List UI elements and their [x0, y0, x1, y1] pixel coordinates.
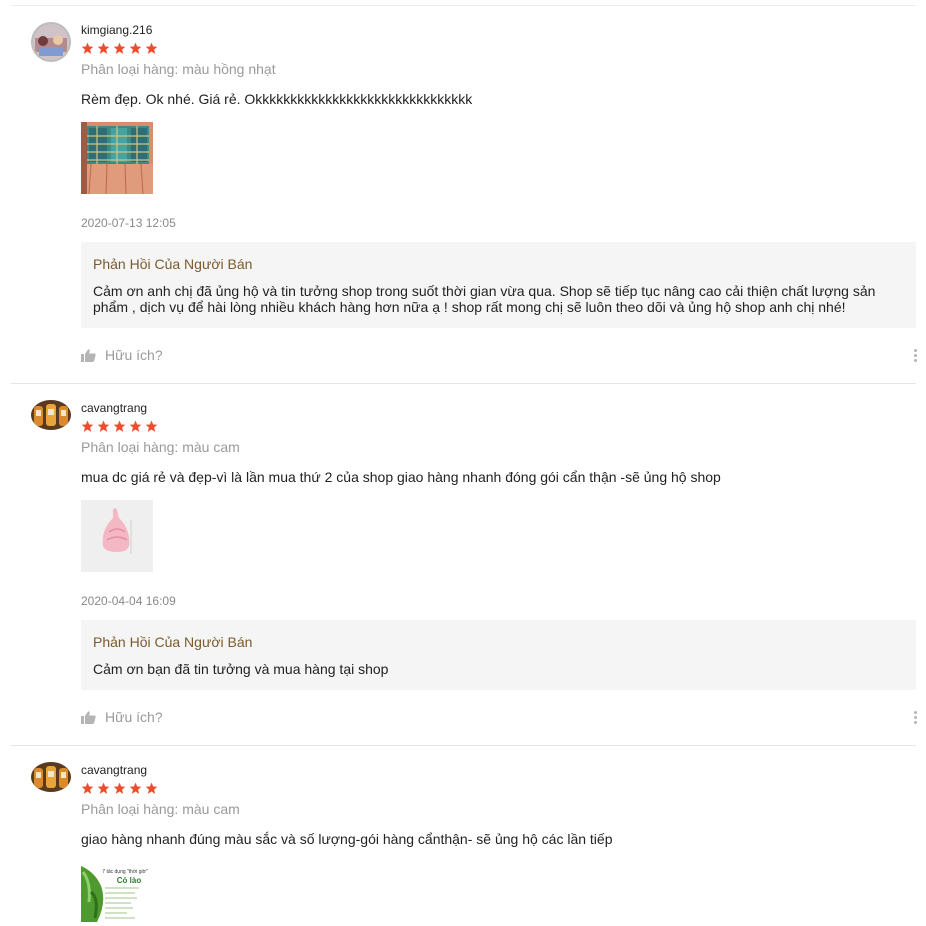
username[interactable]: cavangtrang — [81, 401, 147, 415]
review-item: cavangtrang Phân loại hàng: màu cam giao… — [11, 746, 916, 926]
username[interactable]: cavangtrang — [81, 763, 147, 777]
review-photo[interactable] — [81, 500, 153, 572]
review-item: cavangtrang Phân loại hàng: màu cam mua … — [11, 384, 918, 746]
star-rating — [81, 42, 158, 55]
product-variation: Phân loại hàng: màu cam — [81, 801, 240, 817]
seller-reply-text: Cảm ơn anh chị đã ủng hộ và tin tưởng sh… — [93, 283, 876, 315]
product-variation: Phân loại hàng: màu cam — [81, 439, 240, 455]
star-icon — [113, 420, 126, 432]
star-rating — [81, 420, 158, 433]
review-comment: mua dc giá rẻ và đẹp-vì là lần mua thứ 2… — [81, 469, 721, 485]
star-icon — [113, 42, 126, 54]
more-options-icon[interactable] — [914, 711, 918, 724]
avatar[interactable] — [31, 400, 71, 430]
star-rating — [81, 782, 158, 795]
seller-reply-text: Cảm ơn bạn đã tin tưởng và mua hàng tại … — [93, 661, 389, 677]
star-icon — [145, 42, 158, 54]
star-icon — [97, 420, 110, 432]
star-icon — [97, 782, 110, 794]
thumbs-up-icon — [81, 348, 96, 362]
star-icon — [145, 782, 158, 794]
helpful-label: Hữu ích? — [105, 347, 163, 363]
helpful-button[interactable]: Hữu ích? — [81, 347, 163, 363]
seller-reply: Phản Hồi Của Người Bán Cảm ơn bạn đã tin… — [81, 620, 916, 690]
star-icon — [145, 420, 158, 432]
seller-reply-title: Phản Hồi Của Người Bán — [93, 634, 253, 650]
seller-reply: Phản Hồi Của Người Bán Cảm ơn anh chị đã… — [81, 242, 916, 328]
star-icon — [97, 42, 110, 54]
helpful-button[interactable]: Hữu ích? — [81, 709, 163, 725]
review-timestamp: 2020-04-04 16:09 — [81, 594, 176, 608]
helpful-label: Hữu ích? — [105, 709, 163, 725]
username[interactable]: kimgiang.216 — [81, 23, 152, 37]
star-icon — [81, 42, 94, 54]
thumb-caption-name: Cỏ lào — [117, 876, 142, 885]
thumbs-up-icon — [81, 710, 96, 724]
star-icon — [81, 420, 94, 432]
star-icon — [81, 782, 94, 794]
star-icon — [129, 782, 142, 794]
seller-reply-title: Phản Hồi Của Người Bán — [93, 256, 253, 272]
review-comment: Rèm đẹp. Ok nhé. Giá rẻ. Okkkkkkkkkkkkkk… — [81, 91, 473, 107]
avatar[interactable] — [31, 22, 71, 62]
review-item: kimgiang.216 Phân loại hàng: màu hồng nh… — [11, 6, 918, 384]
star-icon — [129, 42, 142, 54]
more-options-icon[interactable] — [914, 349, 918, 362]
star-icon — [113, 782, 126, 794]
review-photo[interactable] — [81, 122, 153, 194]
star-icon — [129, 420, 142, 432]
review-comment: giao hàng nhanh đúng màu sắc và số lượng… — [81, 831, 613, 847]
thumb-caption-title: 7 tác dụng "thời giờ" — [102, 869, 148, 875]
product-variation: Phân loại hàng: màu hồng nhạt — [81, 61, 276, 77]
avatar[interactable] — [31, 762, 71, 792]
review-timestamp: 2020-07-13 12:05 — [81, 216, 176, 230]
review-photo[interactable]: 7 tác dụng "thời giờ" Cỏ lào — [81, 862, 153, 922]
